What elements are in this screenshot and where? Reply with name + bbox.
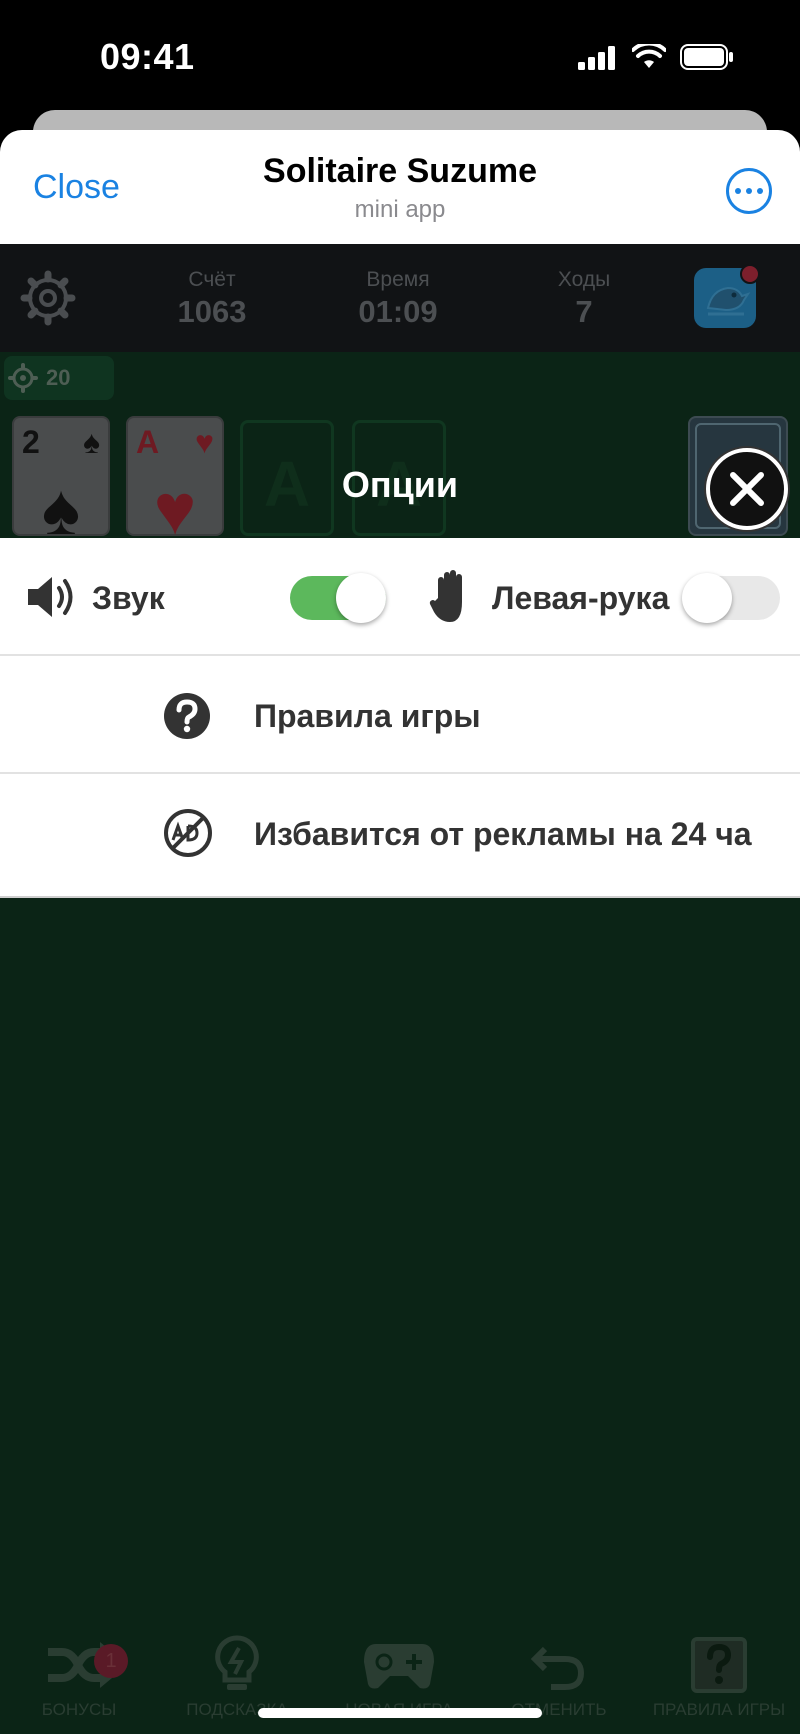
hand-icon [429, 570, 462, 622]
card-suit: ♠ [83, 424, 100, 460]
status-time: 09:41 [100, 36, 195, 77]
more-dot-icon [735, 188, 741, 194]
undo-icon [531, 1646, 585, 1690]
score-label: Счёт [188, 268, 236, 291]
question-icon [164, 693, 210, 739]
wifi-icon [632, 44, 666, 68]
more-dot-icon [757, 188, 763, 194]
gamepad-icon [364, 1644, 434, 1689]
undo-button[interactable]: ОТМЕНИТЬ [484, 1630, 634, 1720]
left-hand-label: Левая-рука [492, 580, 670, 616]
new-game-button[interactable]: НОВАЯ ИГРА [324, 1630, 474, 1720]
question-box-icon [691, 1637, 747, 1693]
app-title: Solitaire Suzume [263, 152, 537, 190]
hint-button[interactable]: ПОДСКАЗКА [162, 1630, 312, 1720]
moves-value: 7 [575, 294, 593, 329]
card-rank: 2 [22, 424, 40, 460]
more-options-button[interactable] [726, 168, 772, 214]
sound-toggle[interactable] [290, 573, 386, 623]
game-area: Счёт 1063 Время 01:09 Ходы 7 20 2 ♠ ♠ A … [0, 244, 800, 1734]
rules-row[interactable]: Правила игры [0, 656, 800, 774]
rules-toolbar-button[interactable]: ПРАВИЛА ИГРЫ [644, 1630, 794, 1720]
screen: 09:41 Close Solitaire Suzume mini app Сч… [0, 0, 800, 1734]
options-panel: Звук Левая-рука Правила игры Избавится о… [0, 538, 800, 898]
bonus-button[interactable]: БОНУСЫ 1 [4, 1630, 154, 1720]
game-stats-bar: Счёт 1063 Время 01:09 Ходы 7 [0, 244, 800, 352]
cellular-signal-icon [578, 46, 615, 70]
toggle-knob [682, 573, 732, 623]
moves-label: Ходы [557, 268, 611, 291]
status-icons [578, 44, 734, 70]
close-icon [730, 472, 764, 506]
time-value: 01:09 [358, 294, 438, 329]
app-subtitle: mini app [354, 196, 446, 223]
settings-gear-icon[interactable] [20, 270, 76, 326]
bonus-badge: 1 [94, 1644, 128, 1678]
card-rank: A [136, 424, 160, 460]
speaker-icon [28, 577, 73, 617]
card-suit: ♥ [195, 424, 214, 460]
time-label: Время [366, 268, 430, 291]
rules-toolbar-label: ПРАВИЛА ИГРЫ [652, 1700, 786, 1719]
notification-dot [740, 264, 760, 284]
gear-icon [8, 363, 38, 393]
score-value: 1063 [177, 294, 247, 329]
home-indicator[interactable] [258, 1708, 542, 1718]
left-hand-toggle[interactable] [682, 573, 780, 623]
toggle-knob [336, 573, 386, 623]
close-options-button[interactable] [706, 448, 788, 530]
hint-counter: 20 [4, 356, 114, 400]
time-stat: Время 01:09 [338, 268, 458, 330]
mini-app-header: Close Solitaire Suzume mini app [0, 130, 800, 244]
rules-label: Правила игры [254, 698, 481, 734]
status-bar: 09:41 [0, 0, 800, 110]
remove-ads-row[interactable]: Избавится от рекламы на 24 ча [0, 774, 800, 892]
remove-ads-label: Избавится от рекламы на 24 ча [254, 816, 752, 852]
bonus-label: БОНУСЫ [41, 1700, 117, 1719]
lightbulb-icon [215, 1635, 259, 1690]
no-ads-icon [164, 809, 212, 857]
moves-stat: Ходы 7 [524, 268, 644, 330]
score-stat: Счёт 1063 [152, 268, 272, 330]
sound-label: Звук [92, 580, 165, 616]
battery-icon [680, 44, 733, 70]
toggles-row: Звук Левая-рука [0, 538, 800, 656]
hint-count: 20 [46, 365, 71, 390]
more-dot-icon [746, 188, 752, 194]
options-title: Опции [341, 464, 459, 505]
